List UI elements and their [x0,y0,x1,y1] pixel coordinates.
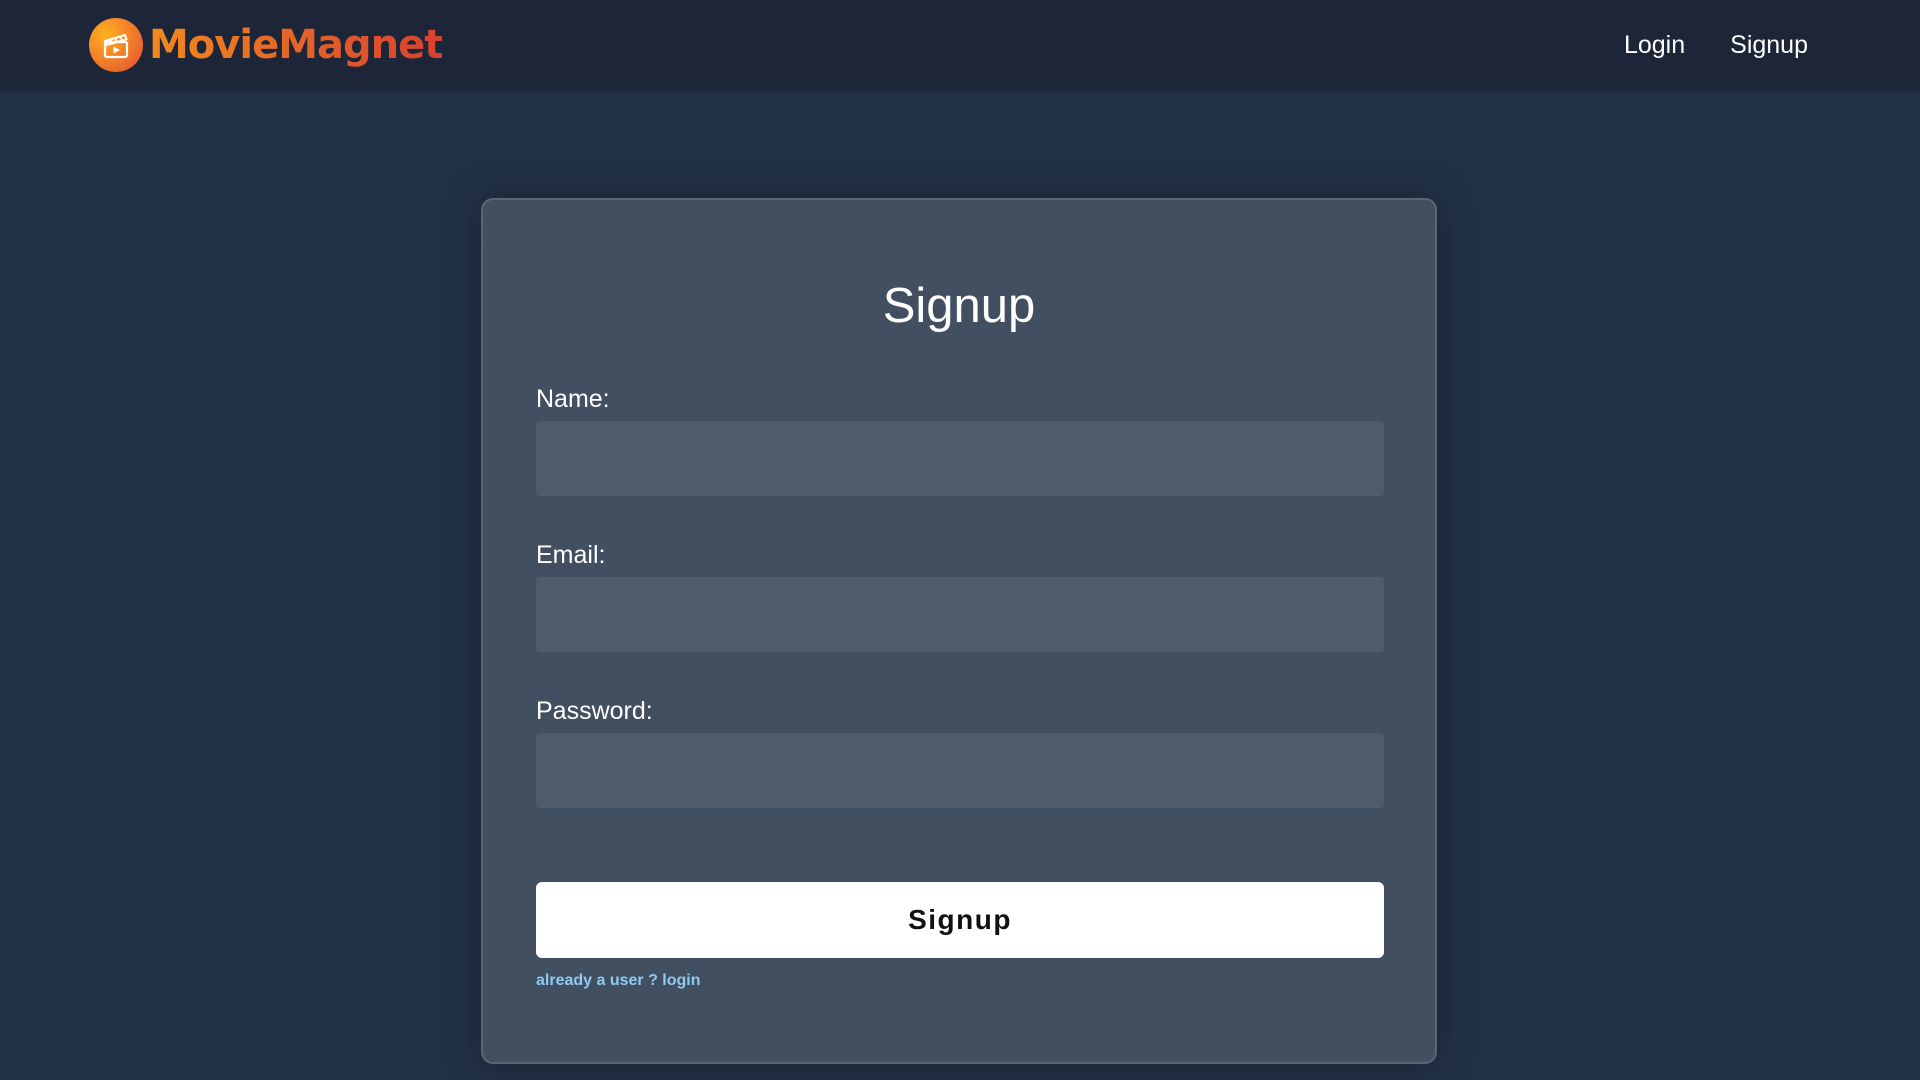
navbar: MovieMagnet Login Signup [0,0,1920,89]
name-label: Name: [536,385,610,413]
film-clapper-icon [89,18,143,72]
nav-links: Login Signup [1624,25,1808,65]
brand-name: MovieMagnet [149,18,443,72]
signup-card: Signup Name: Email: Password: Signup alr… [481,198,1437,1064]
signup-submit-button[interactable]: Signup [536,882,1384,958]
password-input[interactable] [536,733,1384,808]
email-input[interactable] [536,577,1384,652]
already-user-login-link[interactable]: already a user ? login [536,972,701,990]
nav-login-link[interactable]: Login [1624,25,1685,65]
nav-signup-link[interactable]: Signup [1730,25,1808,65]
email-label: Email: [536,541,606,569]
password-label: Password: [536,697,653,725]
brand-home-link[interactable]: MovieMagnet [89,18,443,72]
name-input[interactable] [536,421,1384,496]
page-title: Signup [882,279,1036,333]
